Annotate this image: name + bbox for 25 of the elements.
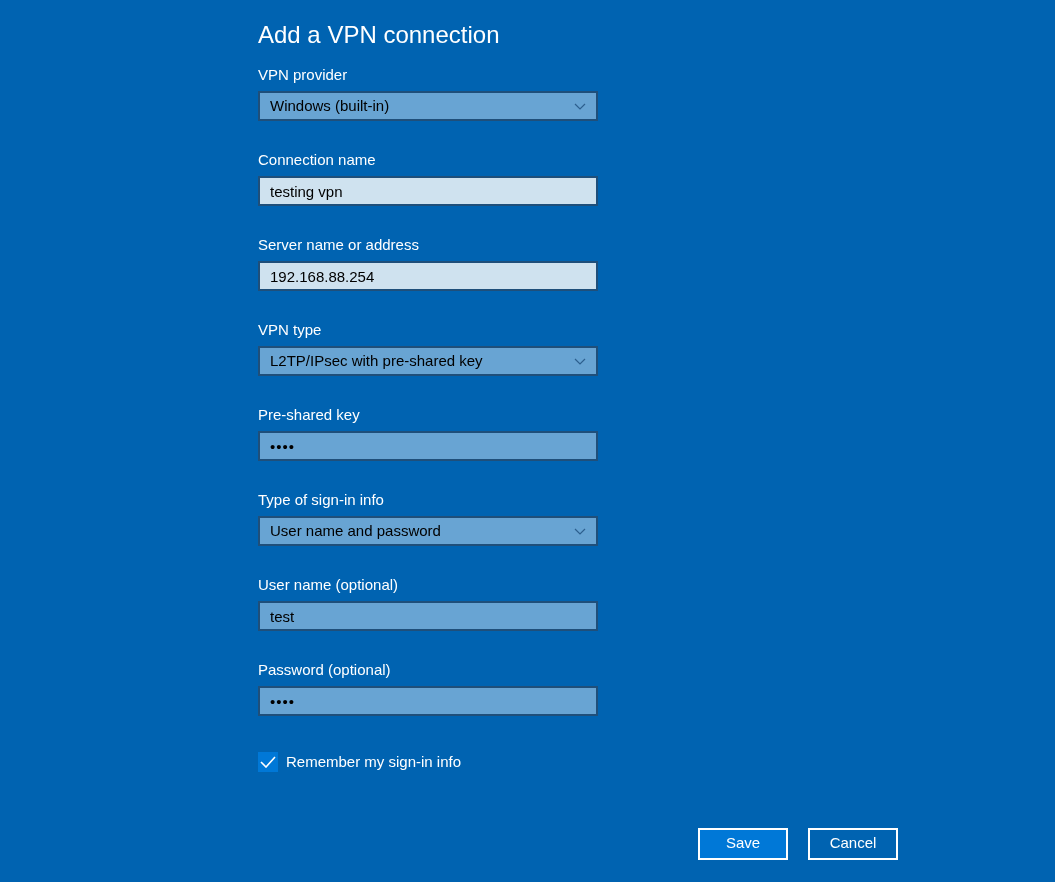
cancel-button[interactable]: Cancel xyxy=(808,827,898,860)
dropdown-field[interactable]: L2TP/IPsec with pre-shared key xyxy=(258,346,598,376)
chevron-down-icon xyxy=(574,357,586,365)
page-title: Add a VPN connection xyxy=(258,20,500,50)
chevron-down-icon xyxy=(574,102,586,110)
text-field[interactable]: 192.168.88.254 xyxy=(258,261,598,291)
checkbox[interactable] xyxy=(258,752,278,773)
password-field[interactable]: •••• xyxy=(258,686,598,716)
field-label: Server name or address xyxy=(258,235,419,255)
field-label: Type of sign-in info xyxy=(258,490,384,510)
chevron-down-icon xyxy=(574,527,586,535)
field-label: VPN provider xyxy=(258,65,348,85)
field-label: Pre-shared key xyxy=(258,405,360,425)
field-label: Password (optional) xyxy=(258,660,391,680)
password-field[interactable]: •••• xyxy=(258,431,598,461)
dropdown-field[interactable]: Windows (built-in) xyxy=(258,91,598,121)
field-label: User name (optional) xyxy=(258,575,399,595)
text-field[interactable]: testing vpn xyxy=(258,176,598,206)
save-button[interactable]: Save xyxy=(698,827,788,860)
field-label: VPN type xyxy=(258,320,322,340)
field-label: Connection name xyxy=(258,150,376,170)
checkbox-label: Remember my sign-in info xyxy=(286,752,462,772)
dropdown-field[interactable]: User name and password xyxy=(258,516,598,546)
text-field[interactable]: test xyxy=(258,601,598,631)
checkmark-icon xyxy=(260,756,276,769)
